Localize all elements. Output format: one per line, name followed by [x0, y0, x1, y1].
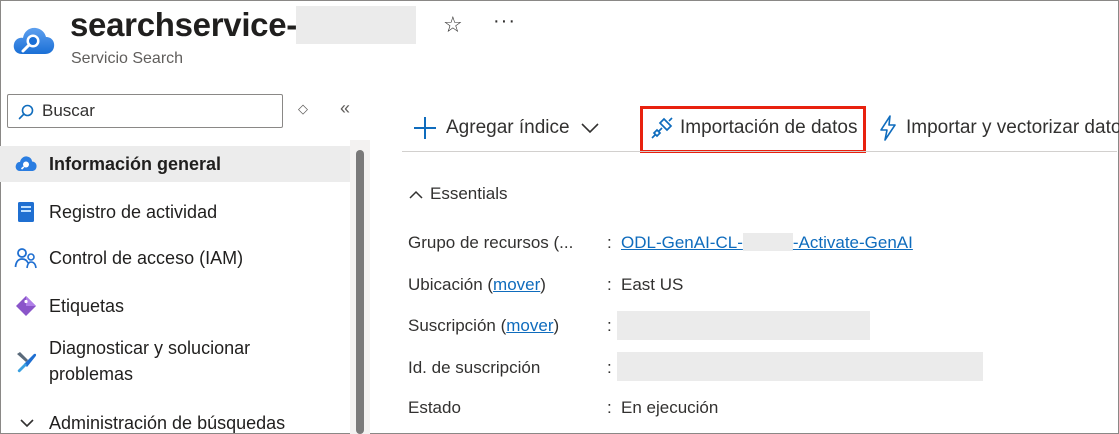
- page-subtitle: Servicio Search: [71, 50, 184, 67]
- search-icon: [18, 104, 34, 120]
- chevron-up-icon: [409, 190, 423, 199]
- essentials-toggle[interactable]: Essentials: [408, 184, 507, 204]
- label-text: Ubicación (: [408, 275, 494, 294]
- move-subscription-link[interactable]: mover: [506, 316, 553, 335]
- essentials-label: Essentials: [430, 184, 508, 203]
- main-content: Agregar índice Importación de datos Impo…: [372, 84, 1119, 434]
- import-vectorize-label: Importar y vectorizar datos: [906, 117, 1119, 138]
- property-label-subscription-id: Id. de suscripción: [408, 358, 541, 377]
- status-value: En ejecución: [621, 398, 719, 417]
- activity-log-icon: [18, 202, 34, 222]
- lightning-icon: [880, 115, 896, 141]
- sort-toggle-icon[interactable]: ◇: [298, 102, 308, 115]
- tag-icon: [16, 296, 36, 316]
- sidebar-scrollbar-thumb[interactable]: [356, 150, 364, 434]
- search-service-cloud-icon: [13, 27, 55, 54]
- resource-group-link-pre[interactable]: ODL-GenAI-CL-: [621, 233, 743, 252]
- label-text: ): [540, 275, 546, 294]
- property-label-resource-group: Grupo de recursos (...: [408, 233, 574, 252]
- sidebar-item-label: Registro de actividad: [49, 202, 218, 222]
- command-bar: Agregar índice Importación de datos Impo…: [402, 106, 1119, 153]
- add-index-button[interactable]: Agregar índice: [412, 108, 601, 148]
- page-title: searchservice-: [70, 6, 297, 43]
- property-label-location: Ubicación (mover): [408, 275, 546, 295]
- resource-group-link[interactable]: ODL-GenAI-CL- -Activate-GenAI: [621, 233, 913, 253]
- sidebar-item-overview[interactable]: Información general: [0, 146, 350, 182]
- import-data-label: Importación de datos: [680, 117, 858, 138]
- plus-icon: [414, 117, 436, 139]
- sidebar-item-label: Administración de búsquedas: [49, 413, 286, 433]
- resource-header: searchservice- ☆ ··· Servicio Search: [0, 0, 1117, 80]
- more-options-button[interactable]: ···: [493, 10, 516, 33]
- sidebar-item-label: Etiquetas: [49, 296, 125, 316]
- sidebar-item-label: Información general: [49, 154, 222, 174]
- sidebar-item-activity-log[interactable]: Registro de actividad: [0, 194, 350, 230]
- chevron-down-icon: [581, 123, 599, 134]
- property-separator: :: [607, 275, 612, 294]
- property-separator: :: [607, 398, 612, 417]
- property-separator: :: [607, 358, 612, 377]
- redacted-subscription-id: [617, 352, 983, 381]
- overview-cloud-icon: [15, 156, 37, 171]
- import-data-button[interactable]: Importación de datos: [650, 108, 857, 148]
- add-index-label: Agregar índice: [446, 117, 570, 138]
- property-separator: :: [607, 316, 612, 335]
- wrench-icon: [17, 352, 37, 373]
- sidebar-group-search-management[interactable]: Administración de búsquedas: [0, 408, 350, 434]
- sidebar-item-access-control[interactable]: Control de acceso (IAM): [0, 240, 350, 276]
- sidebar-search-box[interactable]: [7, 94, 283, 128]
- property-label-status: Estado: [408, 398, 461, 417]
- property-label-subscription: Suscripción (mover): [408, 316, 559, 336]
- chevron-down-icon: [20, 419, 34, 428]
- label-text: ): [553, 316, 560, 335]
- sidebar-item-tags[interactable]: Etiquetas: [0, 288, 350, 324]
- people-icon: [14, 248, 37, 269]
- toolbar-divider: [402, 151, 1117, 152]
- label-text: Suscripción (: [408, 316, 507, 335]
- sidebar-item-diagnose[interactable]: Diagnosticar y solucionar problemas: [0, 332, 350, 388]
- location-value: East US: [621, 275, 684, 294]
- sidebar: ◇ « Información general Registro de acti…: [0, 84, 370, 434]
- plug-connect-icon: [651, 117, 673, 139]
- sidebar-item-label: Control de acceso (IAM): [49, 248, 244, 268]
- import-vectorize-button[interactable]: Importar y vectorizar datos: [878, 108, 1119, 148]
- resource-group-link-post[interactable]: -Activate-GenAI: [793, 233, 913, 252]
- collapse-sidebar-icon[interactable]: «: [340, 98, 350, 119]
- redacted-name: [296, 6, 416, 44]
- property-separator: :: [607, 233, 612, 252]
- redacted-subscription: [617, 311, 870, 340]
- move-location-link[interactable]: mover: [493, 275, 540, 294]
- redacted-segment: [742, 233, 793, 251]
- sidebar-search-input[interactable]: [42, 99, 272, 123]
- sidebar-item-label: Diagnosticar y solucionar problemas: [49, 338, 251, 384]
- favorite-star-icon[interactable]: ☆: [443, 12, 463, 38]
